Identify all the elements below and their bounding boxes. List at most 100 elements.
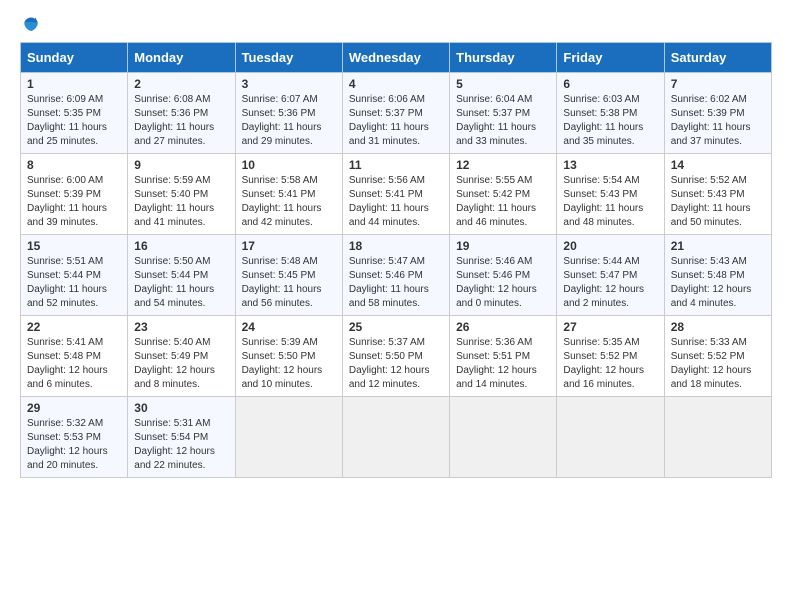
day-number: 8	[27, 158, 121, 172]
calendar-cell: 24 Sunrise: 5:39 AMSunset: 5:50 PMDaylig…	[235, 316, 342, 397]
day-number: 22	[27, 320, 121, 334]
calendar-cell: 29 Sunrise: 5:32 AMSunset: 5:53 PMDaylig…	[21, 397, 128, 478]
cell-details: Sunrise: 5:51 AMSunset: 5:44 PMDaylight:…	[27, 256, 107, 309]
calendar-cell	[557, 397, 664, 478]
day-number: 28	[671, 320, 765, 334]
calendar-week-row: 15 Sunrise: 5:51 AMSunset: 5:44 PMDaylig…	[21, 235, 772, 316]
cell-details: Sunrise: 6:07 AMSunset: 5:36 PMDaylight:…	[242, 94, 322, 147]
cell-details: Sunrise: 6:09 AMSunset: 5:35 PMDaylight:…	[27, 94, 107, 147]
day-number: 5	[456, 77, 550, 91]
calendar-week-row: 29 Sunrise: 5:32 AMSunset: 5:53 PMDaylig…	[21, 397, 772, 478]
weekday-header-row: SundayMondayTuesdayWednesdayThursdayFrid…	[21, 43, 772, 73]
calendar-cell: 12 Sunrise: 5:55 AMSunset: 5:42 PMDaylig…	[450, 154, 557, 235]
cell-details: Sunrise: 5:59 AMSunset: 5:40 PMDaylight:…	[134, 175, 214, 228]
calendar-week-row: 1 Sunrise: 6:09 AMSunset: 5:35 PMDayligh…	[21, 73, 772, 154]
calendar-table: SundayMondayTuesdayWednesdayThursdayFrid…	[20, 42, 772, 478]
calendar-cell	[664, 397, 771, 478]
weekday-header-monday: Monday	[128, 43, 235, 73]
calendar-cell: 21 Sunrise: 5:43 AMSunset: 5:48 PMDaylig…	[664, 235, 771, 316]
cell-details: Sunrise: 5:55 AMSunset: 5:42 PMDaylight:…	[456, 175, 536, 228]
day-number: 17	[242, 239, 336, 253]
cell-details: Sunrise: 5:54 AMSunset: 5:43 PMDaylight:…	[563, 175, 643, 228]
day-number: 10	[242, 158, 336, 172]
day-number: 1	[27, 77, 121, 91]
day-number: 29	[27, 401, 121, 415]
cell-details: Sunrise: 5:35 AMSunset: 5:52 PMDaylight:…	[563, 337, 644, 390]
calendar-cell: 15 Sunrise: 5:51 AMSunset: 5:44 PMDaylig…	[21, 235, 128, 316]
calendar-cell: 14 Sunrise: 5:52 AMSunset: 5:43 PMDaylig…	[664, 154, 771, 235]
cell-details: Sunrise: 5:32 AMSunset: 5:53 PMDaylight:…	[27, 418, 108, 471]
cell-details: Sunrise: 6:02 AMSunset: 5:39 PMDaylight:…	[671, 94, 751, 147]
cell-details: Sunrise: 5:44 AMSunset: 5:47 PMDaylight:…	[563, 256, 644, 309]
day-number: 15	[27, 239, 121, 253]
weekday-header-sunday: Sunday	[21, 43, 128, 73]
day-number: 20	[563, 239, 657, 253]
cell-details: Sunrise: 6:03 AMSunset: 5:38 PMDaylight:…	[563, 94, 643, 147]
calendar-cell: 19 Sunrise: 5:46 AMSunset: 5:46 PMDaylig…	[450, 235, 557, 316]
weekday-header-saturday: Saturday	[664, 43, 771, 73]
day-number: 24	[242, 320, 336, 334]
calendar-cell: 11 Sunrise: 5:56 AMSunset: 5:41 PMDaylig…	[342, 154, 449, 235]
cell-details: Sunrise: 5:37 AMSunset: 5:50 PMDaylight:…	[349, 337, 430, 390]
cell-details: Sunrise: 5:58 AMSunset: 5:41 PMDaylight:…	[242, 175, 322, 228]
calendar-cell: 5 Sunrise: 6:04 AMSunset: 5:37 PMDayligh…	[450, 73, 557, 154]
day-number: 6	[563, 77, 657, 91]
day-number: 11	[349, 158, 443, 172]
calendar-cell: 27 Sunrise: 5:35 AMSunset: 5:52 PMDaylig…	[557, 316, 664, 397]
logo-icon	[22, 16, 40, 34]
weekday-header-thursday: Thursday	[450, 43, 557, 73]
cell-details: Sunrise: 5:40 AMSunset: 5:49 PMDaylight:…	[134, 337, 215, 390]
cell-details: Sunrise: 5:41 AMSunset: 5:48 PMDaylight:…	[27, 337, 108, 390]
calendar-cell: 16 Sunrise: 5:50 AMSunset: 5:44 PMDaylig…	[128, 235, 235, 316]
calendar-cell: 1 Sunrise: 6:09 AMSunset: 5:35 PMDayligh…	[21, 73, 128, 154]
logo	[20, 16, 40, 34]
calendar-cell: 4 Sunrise: 6:06 AMSunset: 5:37 PMDayligh…	[342, 73, 449, 154]
day-number: 7	[671, 77, 765, 91]
day-number: 16	[134, 239, 228, 253]
calendar-cell: 7 Sunrise: 6:02 AMSunset: 5:39 PMDayligh…	[664, 73, 771, 154]
calendar-cell: 2 Sunrise: 6:08 AMSunset: 5:36 PMDayligh…	[128, 73, 235, 154]
cell-details: Sunrise: 5:56 AMSunset: 5:41 PMDaylight:…	[349, 175, 429, 228]
calendar-cell: 17 Sunrise: 5:48 AMSunset: 5:45 PMDaylig…	[235, 235, 342, 316]
weekday-header-tuesday: Tuesday	[235, 43, 342, 73]
cell-details: Sunrise: 5:39 AMSunset: 5:50 PMDaylight:…	[242, 337, 323, 390]
calendar-cell	[342, 397, 449, 478]
calendar-cell	[450, 397, 557, 478]
weekday-header-wednesday: Wednesday	[342, 43, 449, 73]
cell-details: Sunrise: 6:08 AMSunset: 5:36 PMDaylight:…	[134, 94, 214, 147]
day-number: 26	[456, 320, 550, 334]
cell-details: Sunrise: 5:46 AMSunset: 5:46 PMDaylight:…	[456, 256, 537, 309]
day-number: 9	[134, 158, 228, 172]
cell-details: Sunrise: 5:43 AMSunset: 5:48 PMDaylight:…	[671, 256, 752, 309]
cell-details: Sunrise: 5:36 AMSunset: 5:51 PMDaylight:…	[456, 337, 537, 390]
cell-details: Sunrise: 5:52 AMSunset: 5:43 PMDaylight:…	[671, 175, 751, 228]
calendar-cell: 26 Sunrise: 5:36 AMSunset: 5:51 PMDaylig…	[450, 316, 557, 397]
cell-details: Sunrise: 5:33 AMSunset: 5:52 PMDaylight:…	[671, 337, 752, 390]
weekday-header-friday: Friday	[557, 43, 664, 73]
day-number: 3	[242, 77, 336, 91]
calendar-cell: 30 Sunrise: 5:31 AMSunset: 5:54 PMDaylig…	[128, 397, 235, 478]
page-header	[20, 16, 772, 34]
calendar-cell: 3 Sunrise: 6:07 AMSunset: 5:36 PMDayligh…	[235, 73, 342, 154]
day-number: 12	[456, 158, 550, 172]
calendar-week-row: 22 Sunrise: 5:41 AMSunset: 5:48 PMDaylig…	[21, 316, 772, 397]
day-number: 13	[563, 158, 657, 172]
cell-details: Sunrise: 5:50 AMSunset: 5:44 PMDaylight:…	[134, 256, 214, 309]
day-number: 18	[349, 239, 443, 253]
calendar-week-row: 8 Sunrise: 6:00 AMSunset: 5:39 PMDayligh…	[21, 154, 772, 235]
cell-details: Sunrise: 6:00 AMSunset: 5:39 PMDaylight:…	[27, 175, 107, 228]
calendar-cell	[235, 397, 342, 478]
day-number: 23	[134, 320, 228, 334]
calendar-cell: 10 Sunrise: 5:58 AMSunset: 5:41 PMDaylig…	[235, 154, 342, 235]
calendar-cell: 6 Sunrise: 6:03 AMSunset: 5:38 PMDayligh…	[557, 73, 664, 154]
day-number: 14	[671, 158, 765, 172]
day-number: 30	[134, 401, 228, 415]
day-number: 2	[134, 77, 228, 91]
calendar-cell: 18 Sunrise: 5:47 AMSunset: 5:46 PMDaylig…	[342, 235, 449, 316]
calendar-cell: 28 Sunrise: 5:33 AMSunset: 5:52 PMDaylig…	[664, 316, 771, 397]
day-number: 27	[563, 320, 657, 334]
calendar-cell: 13 Sunrise: 5:54 AMSunset: 5:43 PMDaylig…	[557, 154, 664, 235]
calendar-cell: 25 Sunrise: 5:37 AMSunset: 5:50 PMDaylig…	[342, 316, 449, 397]
day-number: 4	[349, 77, 443, 91]
day-number: 19	[456, 239, 550, 253]
